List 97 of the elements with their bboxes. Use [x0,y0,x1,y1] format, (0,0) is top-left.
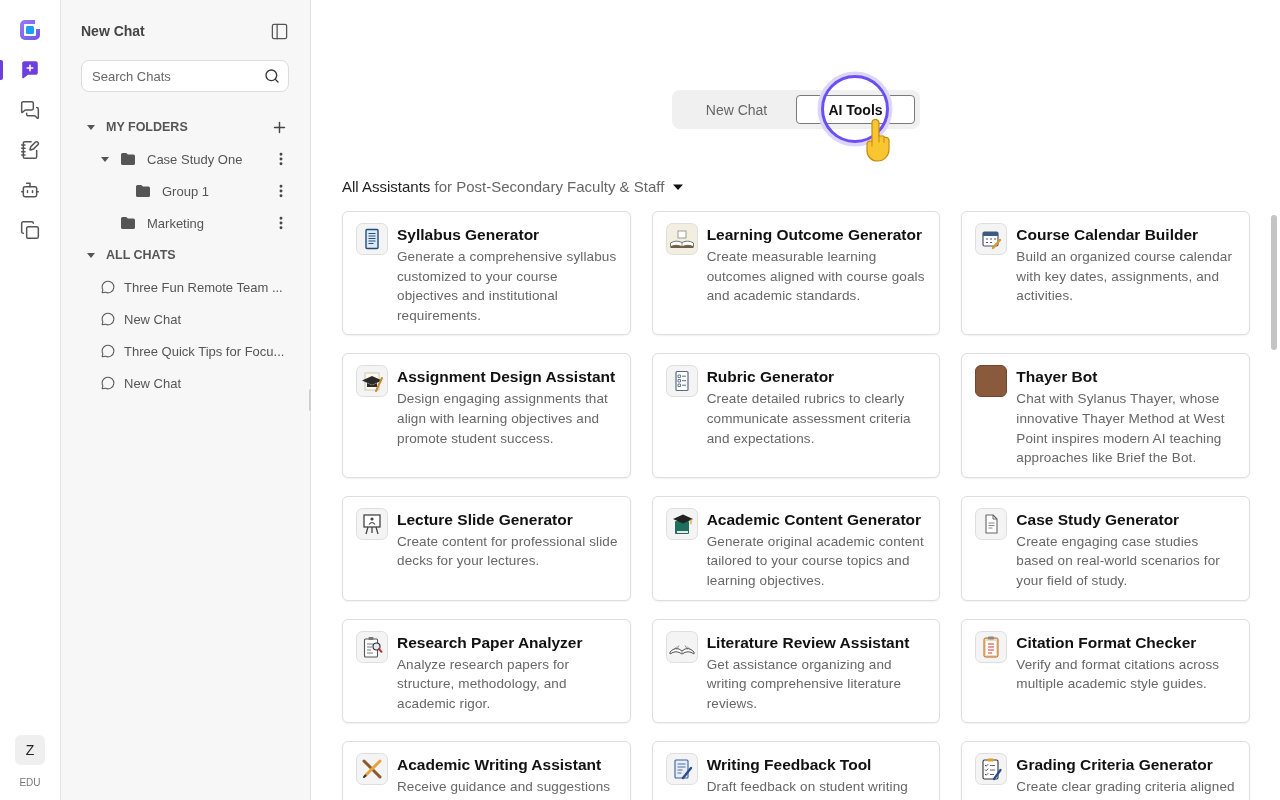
document-icon [356,223,388,255]
caret-icon[interactable] [100,154,110,164]
chat-bubble-icon [101,280,115,294]
calendar-icon [975,223,1008,255]
assistant-card[interactable]: Grading Criteria Generator Create clear grading criteria aligned [961,741,1250,800]
card-title: Writing Feedback Tool [706,755,873,776]
folder-icon [121,153,135,165]
card-description: Create clear grading criteria aligned [1016,778,1236,797]
assistant-card[interactable]: Research Paper Analyzer Analyze research papers for structure, methodology, and academic rigor. [342,618,631,724]
assistant-card[interactable]: Learning Outcome Generator Create measurable learning outcomes aligned with course goals and academic standards. [651,211,941,336]
card-description: Receive guidance and suggestions [397,778,612,797]
chat-title[interactable]: Three Quick Tips for Focu... [124,343,285,359]
scrollbar-thumb[interactable] [1271,215,1277,350]
assistant-card[interactable]: Case Study Generator Create engaging case studies based on real-world scenarios for your field of study. [961,495,1250,601]
assistant-card[interactable]: Syllabus Generator Generate a comprehensive syllabus customized to your course objectives and institutional requirements. [342,211,631,336]
pencil-ruler-icon [356,753,388,786]
card-title: Grading Criteria Generator [1016,755,1214,776]
card-title: Academic Content Generator [706,509,923,530]
assistant-card[interactable]: Writing Feedback Tool Draft feedback on student writing [651,741,941,800]
chat-title[interactable]: New Chat [124,375,182,391]
caret-icon[interactable] [86,250,96,260]
tab[interactable]: New Chat [677,95,796,124]
caret-icon[interactable] [86,122,96,132]
card-description: Chat with Sylanus Thayer, whose innovative Thayer Method at West Point inspires modern AI teaching approaches like Brief the Bot. [1016,390,1226,468]
chat-title[interactable]: New Chat [124,311,182,327]
card-title: Academic Writing Assistant [397,755,603,776]
folder-name[interactable]: Group 1 [162,183,273,199]
assistant-card[interactable]: Thayer Bot Chat with Sylanus Thayer, whose innovative Thayer Method at West Point inspires modern AI teaching approaches like Brief the Bot. [961,353,1250,478]
card-title: Assignment Design Assistant [397,367,617,388]
assistant-card[interactable]: Course Calendar Builder Build an organized course calendar with key dates, assignments, and activities. [961,211,1250,336]
search-icon[interactable] [264,68,280,84]
card-title: Rubric Generator [706,367,836,388]
card-description: Build an organized course calendar with key dates, assignments, and activities. [1016,248,1234,306]
plan-label: EDU [19,777,41,789]
clipboard-checklist-icon [975,753,1008,786]
card-title: Research Paper Analyzer [397,632,584,653]
folder-name[interactable]: Case Study One [147,151,273,167]
assistant-card[interactable]: Literature Review Assistant Get assistance organizing and writing comprehensive literature reviews. [651,618,941,724]
card-description: Create content for professional slide decks for your lectures. [397,532,619,571]
search-field[interactable]: Search Chats [81,60,289,92]
hand-pointer-icon [864,119,892,163]
card-description: Draft feedback on student writing [706,778,909,797]
card-description: Create engaging case studies based on real-world scenarios for your field of study. [1016,532,1221,590]
card-description: Verify and format citations across multiple academic style guides. [1016,655,1221,694]
document-pencil-icon [665,753,698,786]
card-description: Get assistance organizing and writing comprehensive literature reviews. [706,655,903,713]
audience-dropdown[interactable]: All Assistants for Post-Secondary Faculty & Staff [342,178,684,195]
notebook-pen-icon[interactable] [20,140,40,160]
user-avatar[interactable]: Z [15,735,45,765]
card-title: Course Calendar Builder [1016,225,1200,245]
section-label[interactable]: MY FOLDERS [106,120,261,134]
clipboard-icon [975,630,1008,663]
copy-icon[interactable] [20,220,40,240]
chat-bubble-icon [101,344,115,358]
open-book-icon [665,223,698,255]
section-label[interactable]: ALL CHATS [106,248,289,262]
photo-placeholder [975,365,1008,398]
chat-bubble-icon [101,312,115,326]
assistant-card[interactable]: Lecture Slide Generator Create content for professional slide decks for your lectures. [342,495,631,601]
selection-indicator [0,60,3,80]
card-description: Generate a comprehensive syllabus customized to your course objectives and institutional requirements. [397,248,618,325]
assistant-card[interactable]: Assignment Design Assistant Design engaging assignments that align with learning objectives and promote student success. [342,353,631,478]
card-title: Lecture Slide Generator [397,509,574,530]
card-description: Analyze research papers for structure, methodology, and academic rigor. [397,655,571,713]
assistant-card[interactable]: Academic Writing Assistant Receive guidance and suggestions [342,741,631,800]
logo-icon[interactable] [20,20,40,40]
card-title: Syllabus Generator [397,225,541,245]
clipboard-magnifier-icon [356,630,388,663]
sidebar-toggle-icon[interactable] [270,21,289,41]
card-description: Create measurable learning outcomes aligned with course goals and academic standards. [706,248,926,306]
new-chat-icon[interactable] [20,60,40,80]
assistant-card[interactable]: Citation Format Checker Verify and format citations across multiple academic style guides. [961,618,1250,724]
chat-bubble-icon [101,376,115,390]
click-indicator-icon [817,71,893,147]
card-description: Generate original academic content tailored to your course topics and learning objectives. [706,532,925,590]
easel-icon [356,507,388,540]
folder-icon [136,185,150,197]
card-title: Learning Outcome Generator [706,225,923,245]
card-title: Literature Review Assistant [706,632,911,653]
folder-icon [121,217,135,229]
card-title: Citation Format Checker [1016,632,1198,653]
document-icon [975,507,1008,540]
folder-name[interactable]: Marketing [147,215,273,231]
card-title: Thayer Bot [1016,367,1099,388]
checklist-icon [665,365,698,398]
graduation-cap-book-icon [665,507,698,540]
assistant-card[interactable]: Rubric Generator Create detailed rubrics to clearly communicate assessment criteria and expectations. [651,353,941,478]
card-description: Design engaging assignments that align with learning objectives and promote student success. [397,390,609,448]
chat-title[interactable]: Three Fun Remote Team ... [124,279,283,295]
open-book-icon [665,630,698,663]
graduation-cap-icon [356,365,388,398]
chats-icon[interactable] [20,100,40,120]
assistant-card[interactable]: Academic Content Generator Generate original academic content tailored to your course topics and learning objectives. [651,495,941,601]
bot-icon[interactable] [20,180,40,200]
sidebar-title: New Chat [81,23,145,39]
card-title: Case Study Generator [1016,509,1181,530]
card-description: Create detailed rubrics to clearly communicate assessment criteria and expectations. [706,390,912,448]
